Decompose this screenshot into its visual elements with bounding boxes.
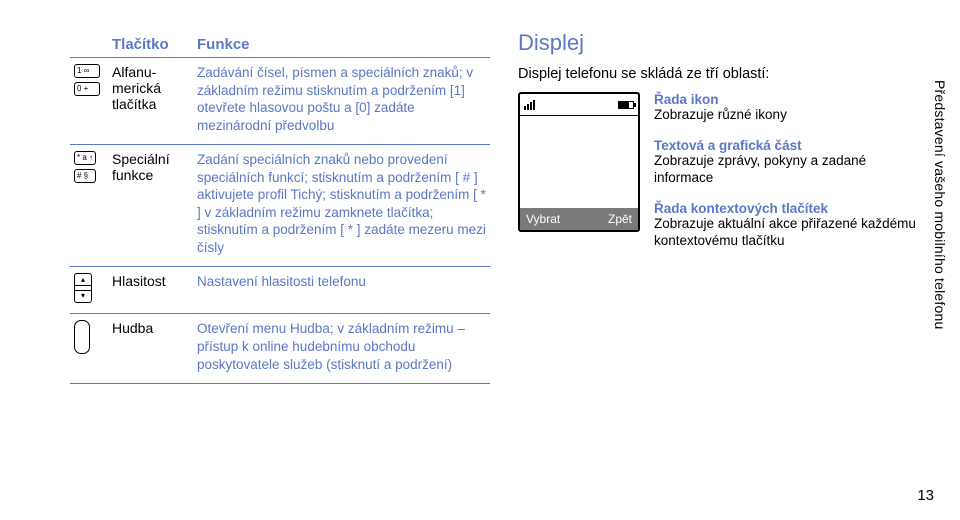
- signal-icon: [524, 100, 535, 110]
- display-region-label: Řada ikon Zobrazuje různé ikony: [654, 92, 918, 124]
- row-desc: Nastavení hlasitosti telefonu: [193, 267, 490, 314]
- table-header-button: Tlačítko: [108, 30, 193, 58]
- display-title: Displej: [518, 30, 918, 56]
- phone-screen-illustration: Vybrat Zpět: [518, 92, 640, 232]
- key-0-icon: 0 +: [74, 82, 100, 96]
- softkey-right: Zpět: [608, 212, 632, 226]
- key-1-icon: 1 ∞: [74, 64, 100, 78]
- table-row: ▴▾ Hlasitost Nastavení hlasitosti telefo…: [70, 267, 490, 314]
- region-title: Textová a grafická část: [654, 138, 918, 153]
- row-label: Hudba: [108, 314, 193, 384]
- region-title: Řada kontextových tlačítek: [654, 201, 918, 216]
- row-desc: Zadání speciálních znaků nebo provedení …: [193, 145, 490, 267]
- display-region-label: Textová a grafická část Zobrazuje zprávy…: [654, 138, 918, 187]
- section-tab: Představení vašeho mobilního telefonu: [932, 80, 948, 329]
- row-desc: Zadávání čísel, písmen a speciálních zna…: [193, 58, 490, 145]
- battery-icon: [618, 101, 634, 109]
- region-desc: Zobrazuje různé ikony: [654, 107, 918, 124]
- row-label: Speciální funkce: [108, 145, 193, 267]
- key-hash-icon: # §: [74, 169, 96, 183]
- display-region-label: Řada kontextových tlačítek Zobrazuje akt…: [654, 201, 918, 250]
- display-intro: Displej telefonu se skládá ze tří oblast…: [518, 66, 918, 82]
- table-row: 1 ∞ 0 + Alfanu­merická tlačítka Zadávání…: [70, 58, 490, 145]
- region-desc: Zobrazuje zprávy, pokyny a zadané inform…: [654, 153, 918, 187]
- table-row: * a ↑ # § Speciální funkce Zadání speciá…: [70, 145, 490, 267]
- row-label: Alfanu­merická tlačítka: [108, 58, 193, 145]
- region-title: Řada ikon: [654, 92, 918, 107]
- row-label: Hlasitost: [108, 267, 193, 314]
- table-header-function: Funkce: [193, 30, 490, 58]
- softkey-left: Vybrat: [526, 212, 560, 226]
- page-number: 13: [917, 487, 934, 504]
- volume-key-icon: ▴▾: [74, 273, 92, 303]
- region-desc: Zobrazuje aktuální akce přiřazené každém…: [654, 216, 918, 250]
- music-key-icon: [74, 320, 90, 354]
- row-desc: Otevření menu Hudba; v základním režimu …: [193, 314, 490, 384]
- key-star-icon: * a ↑: [74, 151, 96, 165]
- table-row: Hudba Otevření menu Hudba; v základním r…: [70, 314, 490, 384]
